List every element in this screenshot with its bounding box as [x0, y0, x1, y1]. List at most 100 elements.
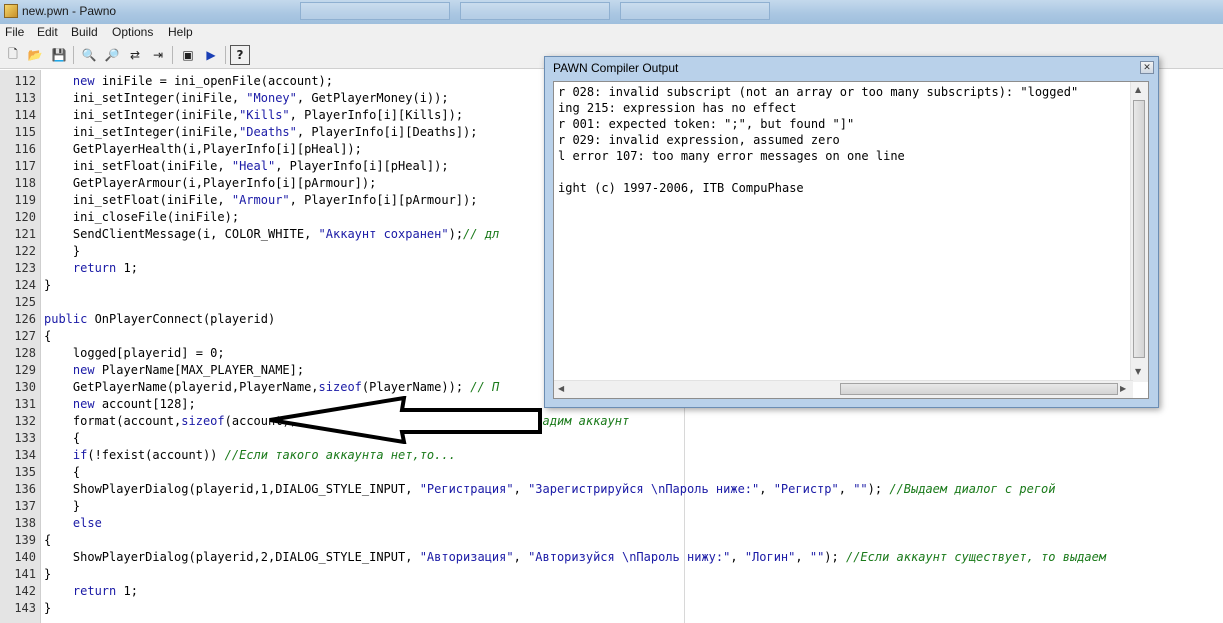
code-text: }	[44, 600, 51, 617]
code-token: , PlayerInfo[i][Deaths]);	[296, 125, 478, 139]
code-keyword: new	[72, 363, 95, 377]
code-string: "Kills"	[239, 108, 290, 122]
line-number: 115	[14, 125, 36, 139]
horizontal-scrollbar[interactable]: ◀ ▶	[554, 380, 1133, 398]
line-number: 116	[14, 142, 36, 156]
pawno-app-icon	[4, 4, 18, 18]
code-comment: // П	[470, 380, 500, 394]
line-number: 127	[14, 329, 36, 343]
line-number: 135	[14, 465, 36, 479]
line-number: 142	[14, 584, 36, 598]
code-text: new iniFile = ini_openFile(account);	[44, 73, 333, 90]
new-file-icon[interactable]: 🗋	[3, 45, 23, 65]
code-string: "Авторизуйся \nПароль нижу:"	[528, 550, 731, 564]
menu-build[interactable]: Build	[71, 25, 98, 39]
code-keyword: new	[72, 397, 95, 411]
code-text: GetPlayerHealth(i,PlayerInfo[i][pHeal]);	[44, 141, 362, 158]
code-token: format(account,	[44, 414, 182, 428]
code-token: GetPlayerHealth(i,PlayerInfo[i][pHeal]);	[44, 142, 362, 156]
code-token: ini_setInteger(iniFile,	[44, 125, 240, 139]
code-string: "Money"	[246, 91, 297, 105]
help-icon[interactable]: ?	[230, 45, 250, 65]
code-text: SendClientMessage(i, COLOR_WHITE, "Аккау…	[44, 226, 499, 243]
compile-icon[interactable]: ▣	[178, 45, 198, 65]
code-text: {	[44, 532, 51, 549]
background-taskbar-tab	[300, 2, 450, 20]
code-keyword: return	[72, 261, 117, 275]
output-line: r 028: invalid subscript (not an array o…	[558, 85, 1079, 99]
scroll-up-icon[interactable]: ▲	[1135, 85, 1141, 94]
code-token: }	[44, 244, 81, 258]
close-icon[interactable]: ✕	[1140, 61, 1154, 74]
code-token: 1;	[116, 261, 138, 275]
code-text: logged[playerid] = 0;	[44, 345, 225, 362]
scroll-left-icon[interactable]: ◀	[558, 384, 564, 393]
menu-edit[interactable]: Edit	[37, 25, 58, 39]
replace-icon[interactable]: ⇄	[125, 45, 145, 65]
code-token: {	[44, 329, 52, 343]
code-text: {	[44, 328, 51, 345]
code-string: "Deaths"	[239, 125, 297, 139]
line-number: 113	[14, 91, 36, 105]
line-number: 138	[14, 516, 36, 530]
line-number: 114	[14, 108, 36, 122]
line-number: 141	[14, 567, 36, 581]
compiler-output-text[interactable]: r 028: invalid subscript (not an array o…	[553, 81, 1149, 399]
run-icon[interactable]: ▶	[201, 45, 221, 65]
line-number: 112	[14, 74, 36, 88]
code-text: {	[44, 464, 80, 481]
code-keyword: new	[72, 74, 95, 88]
code-token: (!fexist(account))	[87, 448, 225, 462]
code-text: }	[44, 498, 80, 515]
vertical-scrollbar[interactable]: ▲ ▼	[1130, 82, 1148, 382]
horizontal-scroll-thumb[interactable]	[840, 383, 1118, 395]
line-number: 143	[14, 601, 36, 615]
code-text: ini_setFloat(iniFile, "Heal", PlayerInfo…	[44, 158, 449, 175]
code-keyword: else	[72, 516, 102, 530]
code-text: }	[44, 566, 51, 583]
line-number: 125	[14, 295, 36, 309]
code-text: public OnPlayerConnect(playerid)	[44, 311, 275, 328]
code-comment: //Выдаем диалог с регой	[889, 482, 1056, 496]
line-number: 131	[14, 397, 36, 411]
scroll-right-icon[interactable]: ▶	[1120, 384, 1126, 393]
code-token: ,	[513, 550, 529, 564]
menu-bar: File Edit Build Options Help	[0, 24, 1223, 42]
code-token: iniFile = ini_openFile(account);	[94, 74, 334, 88]
code-token: );	[448, 227, 464, 241]
code-text: new account[128];	[44, 396, 196, 413]
line-number: 134	[14, 448, 36, 462]
code-string: "Зарегистрируйся \nПароль ниже:"	[528, 482, 760, 496]
open-folder-icon[interactable]: 📂	[25, 45, 45, 65]
code-token: ini_setFloat(iniFile,	[44, 159, 232, 173]
code-string: ""	[809, 550, 825, 564]
save-icon[interactable]: 💾	[49, 45, 69, 65]
toolbar-separator	[73, 46, 74, 64]
menu-file[interactable]: File	[5, 25, 24, 39]
find-next-icon[interactable]: 🔎	[102, 45, 122, 65]
vertical-scroll-thumb[interactable]	[1133, 100, 1145, 358]
line-number: 136	[14, 482, 36, 496]
toolbar-separator	[172, 46, 173, 64]
code-token: {	[44, 431, 81, 445]
code-string: "Armour"	[231, 193, 290, 207]
output-line: r 001: expected token: ";", but found "]…	[558, 117, 855, 131]
code-token: PlayerName[MAX_PLAYER_NAME];	[94, 363, 305, 377]
code-token: logged[playerid] = 0;	[44, 346, 225, 360]
line-number: 133	[14, 431, 36, 445]
line-number: 117	[14, 159, 36, 173]
menu-help[interactable]: Help	[168, 25, 193, 39]
code-token: ,	[759, 482, 774, 496]
menu-options[interactable]: Options	[112, 25, 153, 39]
find-icon[interactable]: 🔍	[79, 45, 99, 65]
line-number: 122	[14, 244, 36, 258]
line-number: 137	[14, 499, 36, 513]
scroll-down-icon[interactable]: ▼	[1135, 367, 1141, 376]
goto-line-icon[interactable]: ⇥	[148, 45, 168, 65]
line-number: 119	[14, 193, 36, 207]
code-text: return 1;	[44, 260, 138, 277]
code-token: SendClientMessage(i, COLOR_WHITE,	[44, 227, 319, 241]
